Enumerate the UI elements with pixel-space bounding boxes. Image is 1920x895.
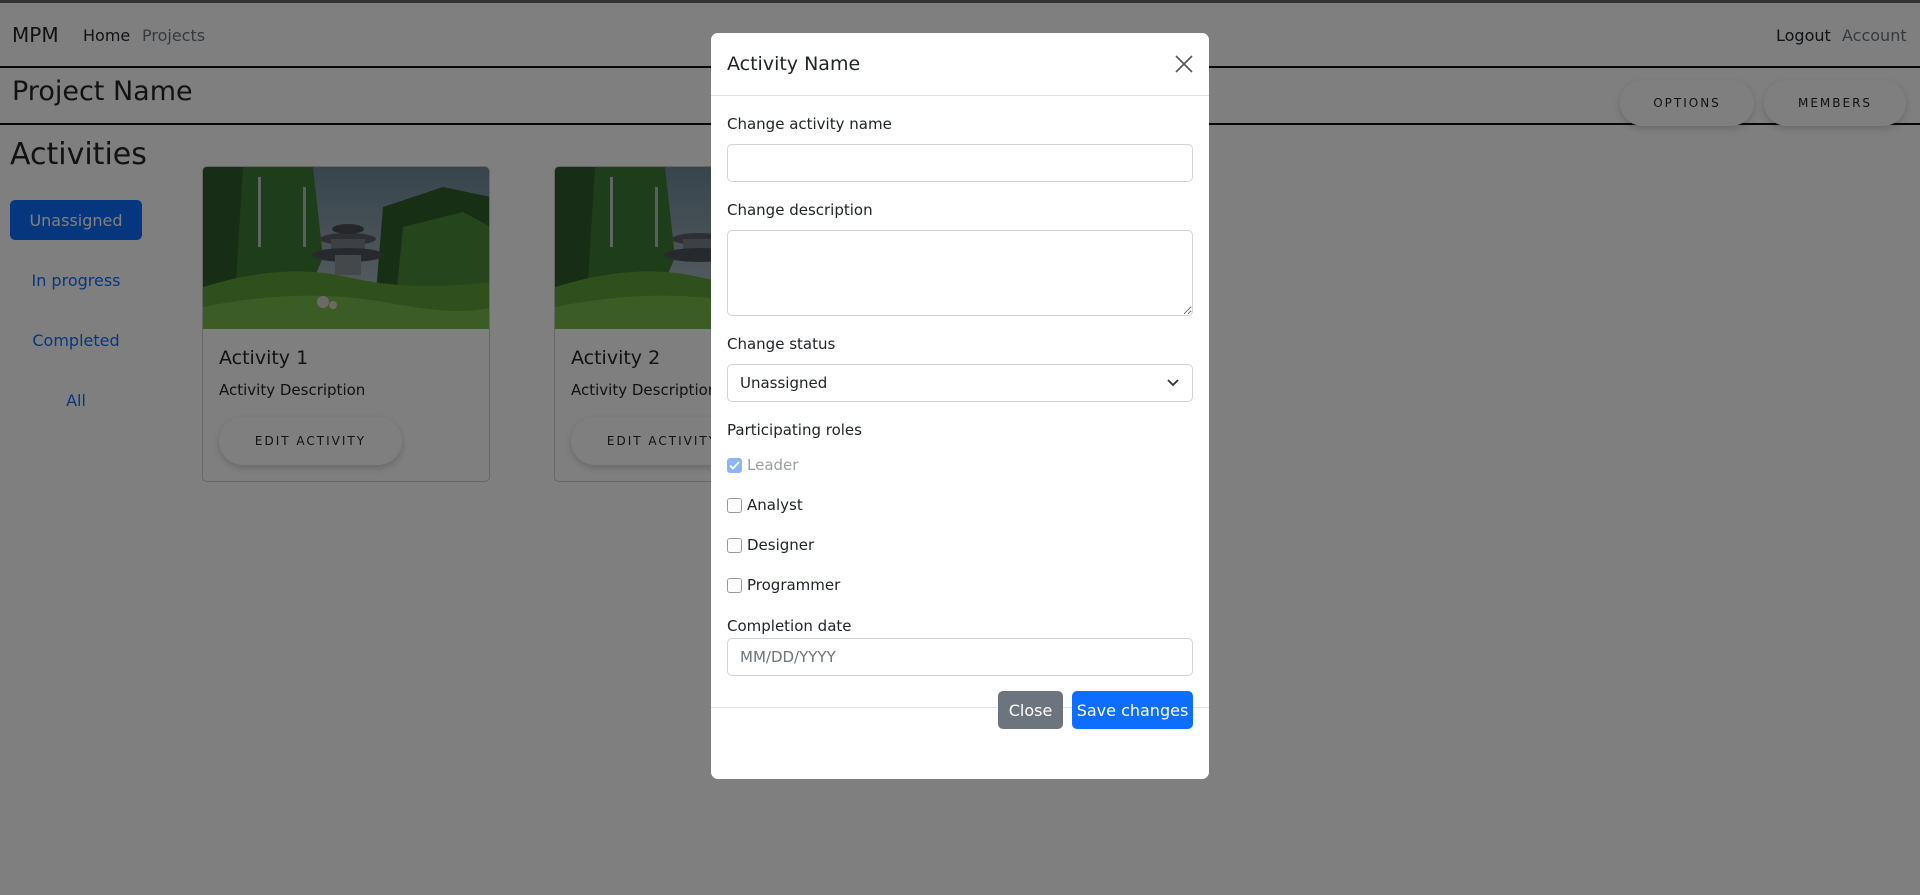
- close-button[interactable]: Close: [998, 691, 1063, 729]
- role-programmer[interactable]: Programmer: [727, 576, 840, 594]
- checkbox-leader: [727, 457, 742, 473]
- modal-header: Activity Name: [711, 33, 1209, 96]
- checkbox-programmer[interactable]: [727, 577, 742, 593]
- modal-title: Activity Name: [727, 53, 861, 75]
- edit-activity-modal: Activity Name Change activity name Chang…: [711, 33, 1209, 779]
- close-icon[interactable]: [1173, 53, 1195, 75]
- status-value: Unassigned: [740, 374, 828, 392]
- role-analyst-label[interactable]: Analyst: [747, 496, 803, 514]
- status-select[interactable]: Unassigned: [727, 364, 1193, 402]
- save-changes-button[interactable]: Save changes: [1072, 691, 1193, 729]
- status-label: Change status: [727, 335, 836, 353]
- role-analyst[interactable]: Analyst: [727, 496, 803, 514]
- checkbox-analyst[interactable]: [727, 497, 742, 513]
- role-leader: Leader: [727, 456, 798, 474]
- checkbox-designer[interactable]: [727, 537, 742, 553]
- completion-date-label: Completion date: [727, 617, 852, 635]
- roles-label: Participating roles: [727, 421, 862, 439]
- role-designer-label[interactable]: Designer: [747, 536, 814, 554]
- chevron-down-icon: [1167, 379, 1179, 387]
- check-icon: [729, 460, 740, 470]
- role-designer[interactable]: Designer: [727, 536, 814, 554]
- completion-date-input[interactable]: [727, 638, 1193, 676]
- description-label: Change description: [727, 201, 873, 219]
- description-textarea[interactable]: [727, 230, 1193, 316]
- activity-name-label: Change activity name: [727, 115, 892, 133]
- role-programmer-label[interactable]: Programmer: [747, 576, 840, 594]
- role-leader-label: Leader: [747, 456, 799, 474]
- activity-name-input[interactable]: [727, 144, 1193, 182]
